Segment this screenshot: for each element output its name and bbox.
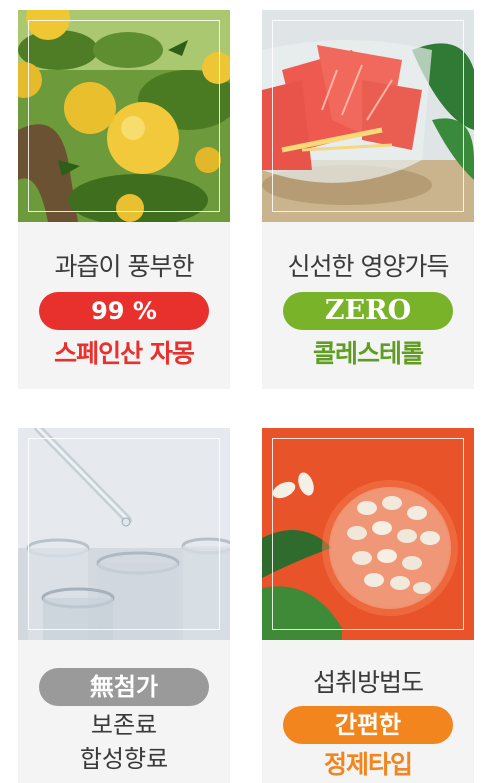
grapefruit-slices-image bbox=[262, 10, 474, 222]
nutrition-label: 신선한 영양가득 bbox=[287, 252, 450, 281]
easy-badge: 간편한 bbox=[283, 706, 453, 744]
preservatives-label: 보존료 bbox=[90, 711, 158, 739]
feature-card-tablet-type: 섭취방법도 간편한 정제타입 bbox=[262, 428, 474, 783]
zero-badge: ZERO bbox=[283, 292, 453, 330]
juicy-label: 과즙이 풍부한 bbox=[54, 252, 195, 281]
spanish-grapefruit-label: 스페인산 자몽 bbox=[54, 339, 195, 368]
feature-card-juicy: 과즙이 풍부한 99 % 스페인산 자몽 bbox=[18, 10, 230, 389]
test-tubes-image bbox=[18, 428, 230, 640]
no-additives-badge: 無첨가 bbox=[39, 668, 209, 706]
tablet-type-label: 정제타입 bbox=[323, 750, 413, 779]
intake-method-label: 섭취방법도 bbox=[312, 668, 424, 697]
feature-card-no-additives: 無첨가 보존료 합성향료 bbox=[18, 428, 230, 783]
synthetic-flavor-label: 합성향료 bbox=[79, 745, 169, 773]
feature-card-zero-cholesterol: 신선한 영양가득 ZERO 콜레스테롤 bbox=[262, 10, 474, 389]
juice-percent-badge: 99 % bbox=[39, 292, 209, 330]
cholesterol-label: 콜레스테롤 bbox=[312, 339, 424, 368]
tablets-image bbox=[262, 428, 474, 640]
grapefruit-tree-image bbox=[18, 10, 230, 222]
